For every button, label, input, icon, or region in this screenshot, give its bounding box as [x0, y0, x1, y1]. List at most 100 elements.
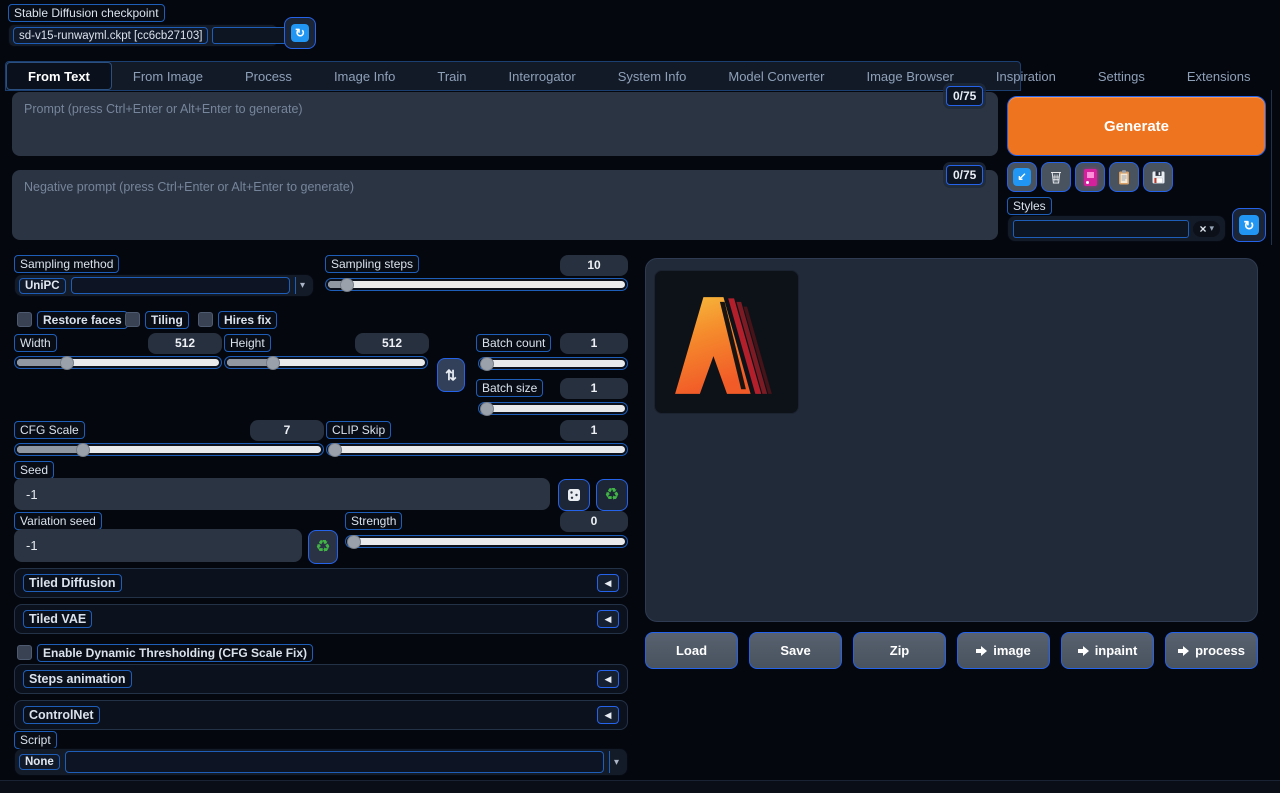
generate-button[interactable]: Generate — [1007, 96, 1266, 156]
dynamic-thresholding-checkbox[interactable] — [17, 645, 32, 660]
collapse-arrow-icon[interactable]: ◀ — [597, 574, 619, 592]
cfg-scale-label: CFG Scale — [14, 421, 85, 439]
load-button[interactable]: Load — [645, 632, 738, 669]
script-value[interactable]: None — [19, 754, 60, 770]
tab-extensions[interactable]: Extensions — [1166, 62, 1272, 90]
cfg-scale-slider[interactable] — [14, 443, 324, 456]
dice-icon — [566, 487, 582, 503]
paste-params-button[interactable]: ↙ — [1007, 162, 1037, 192]
cfg-scale-value[interactable]: 7 — [250, 420, 324, 441]
height-slider[interactable] — [224, 356, 428, 369]
send-to-image-label: image — [993, 643, 1031, 658]
sampling-steps-label: Sampling steps — [325, 255, 419, 273]
tiled-diffusion-accordion[interactable]: Tiled Diffusion ◀ — [14, 568, 628, 598]
send-to-inpaint-button[interactable]: inpaint — [1061, 632, 1154, 669]
sampling-method-input[interactable] — [71, 277, 290, 294]
styles-dropdown[interactable]: × ▾ — [1007, 215, 1226, 242]
tab-model-converter[interactable]: Model Converter — [707, 62, 845, 90]
steps-animation-accordion[interactable]: Steps animation ◀ — [14, 664, 628, 694]
send-to-process-label: process — [1195, 643, 1245, 658]
seed-input[interactable]: -1 — [14, 478, 550, 510]
extra-networks-button[interactable] — [1075, 162, 1105, 192]
save-style-button[interactable] — [1143, 162, 1173, 192]
sampling-steps-value[interactable]: 10 — [560, 255, 628, 276]
batch-size-value[interactable]: 1 — [560, 378, 628, 399]
collapse-arrow-icon[interactable]: ◀ — [597, 670, 619, 688]
footer-bar — [0, 780, 1280, 793]
variation-seed-label: Variation seed — [14, 512, 102, 530]
prompt-input[interactable] — [12, 92, 998, 156]
tiling-checkbox[interactable] — [125, 312, 140, 327]
script-dropdown[interactable]: None ▾ — [14, 748, 628, 776]
refresh-styles-button[interactable]: ↻ — [1232, 208, 1266, 242]
clip-skip-slider[interactable] — [326, 443, 628, 456]
styles-input[interactable] — [1013, 220, 1189, 238]
save-button[interactable]: Save — [749, 632, 842, 669]
checkpoint-value[interactable]: sd-v15-runwayml.ckpt [cc6cb27103] — [13, 27, 208, 44]
height-value[interactable]: 512 — [355, 333, 429, 354]
tab-settings[interactable]: Settings — [1077, 62, 1166, 90]
tab-from-image[interactable]: From Image — [112, 62, 224, 90]
swap-dimensions-button[interactable]: ⇅ — [437, 358, 465, 392]
tab-image-info[interactable]: Image Info — [313, 62, 416, 90]
clip-skip-value[interactable]: 1 — [560, 420, 628, 441]
extra-networks-card-icon — [1084, 169, 1097, 186]
refresh-checkpoint-button[interactable]: ↻ — [284, 17, 316, 49]
random-seed-button[interactable] — [558, 479, 590, 511]
refresh-icon: ↻ — [291, 24, 309, 42]
checkpoint-search-input[interactable] — [212, 27, 290, 44]
width-value[interactable]: 512 — [148, 333, 222, 354]
generated-image-logo — [668, 283, 786, 401]
chevron-down-icon[interactable]: ▾ — [609, 751, 623, 773]
tab-train[interactable]: Train — [416, 62, 487, 90]
width-slider[interactable] — [14, 356, 222, 369]
restore-faces-checkbox[interactable] — [17, 312, 32, 327]
send-to-inpaint-label: inpaint — [1095, 643, 1138, 658]
gallery-thumbnail[interactable] — [654, 270, 799, 414]
tab-from-text[interactable]: From Text — [6, 62, 112, 90]
strength-label: Strength — [345, 512, 402, 530]
sampling-steps-slider[interactable] — [325, 278, 628, 291]
clear-prompt-button[interactable] — [1041, 162, 1071, 192]
checkpoint-label: Stable Diffusion checkpoint — [8, 4, 165, 22]
floppy-disk-icon — [1151, 170, 1166, 185]
clipboard-icon — [1116, 169, 1132, 186]
batch-count-value[interactable]: 1 — [560, 333, 628, 354]
batch-count-label: Batch count — [476, 334, 551, 352]
sampling-method-value[interactable]: UniPC — [19, 278, 66, 294]
hires-fix-checkbox[interactable] — [198, 312, 213, 327]
reuse-variation-seed-button[interactable]: ♻ — [308, 530, 338, 564]
tab-inspiration[interactable]: Inspiration — [975, 62, 1077, 90]
styles-clear-control[interactable]: × ▾ — [1193, 221, 1220, 237]
clear-x-icon[interactable]: × — [1199, 222, 1206, 236]
collapse-arrow-icon[interactable]: ◀ — [597, 610, 619, 628]
arrow-right-icon — [976, 646, 988, 656]
strength-slider[interactable] — [345, 535, 628, 548]
reuse-seed-button[interactable]: ♻ — [596, 479, 628, 511]
tab-interrogator[interactable]: Interrogator — [488, 62, 597, 90]
collapse-arrow-icon[interactable]: ◀ — [597, 706, 619, 724]
batch-size-slider[interactable] — [478, 402, 628, 415]
tiled-vae-accordion[interactable]: Tiled VAE ◀ — [14, 604, 628, 634]
checkpoint-dropdown[interactable]: sd-v15-runwayml.ckpt [cc6cb27103] ▾ — [8, 24, 278, 47]
apply-styles-button[interactable] — [1109, 162, 1139, 192]
refresh-icon: ↻ — [1239, 215, 1259, 235]
tiled-vae-label: Tiled VAE — [23, 610, 92, 628]
variation-seed-input[interactable]: -1 — [14, 529, 302, 562]
send-to-process-button[interactable]: process — [1165, 632, 1258, 669]
chevron-down-icon[interactable]: ▾ — [295, 277, 309, 294]
gallery-actions: Load Save Zip image inpaint process — [645, 632, 1258, 669]
tab-process[interactable]: Process — [224, 62, 313, 90]
zip-button[interactable]: Zip — [853, 632, 946, 669]
tab-system-info[interactable]: System Info — [597, 62, 708, 90]
send-to-image-button[interactable]: image — [957, 632, 1050, 669]
controlnet-accordion[interactable]: ControlNet ◀ — [14, 700, 628, 730]
arrow-right-icon — [1178, 646, 1190, 656]
batch-count-slider[interactable] — [478, 357, 628, 370]
chevron-down-icon[interactable]: ▾ — [1209, 223, 1214, 234]
steps-animation-label: Steps animation — [23, 670, 132, 688]
sampling-method-dropdown[interactable]: UniPC ▾ — [14, 274, 314, 297]
strength-value[interactable]: 0 — [560, 511, 628, 532]
negative-prompt-input[interactable] — [12, 170, 998, 240]
script-input[interactable] — [65, 751, 604, 773]
